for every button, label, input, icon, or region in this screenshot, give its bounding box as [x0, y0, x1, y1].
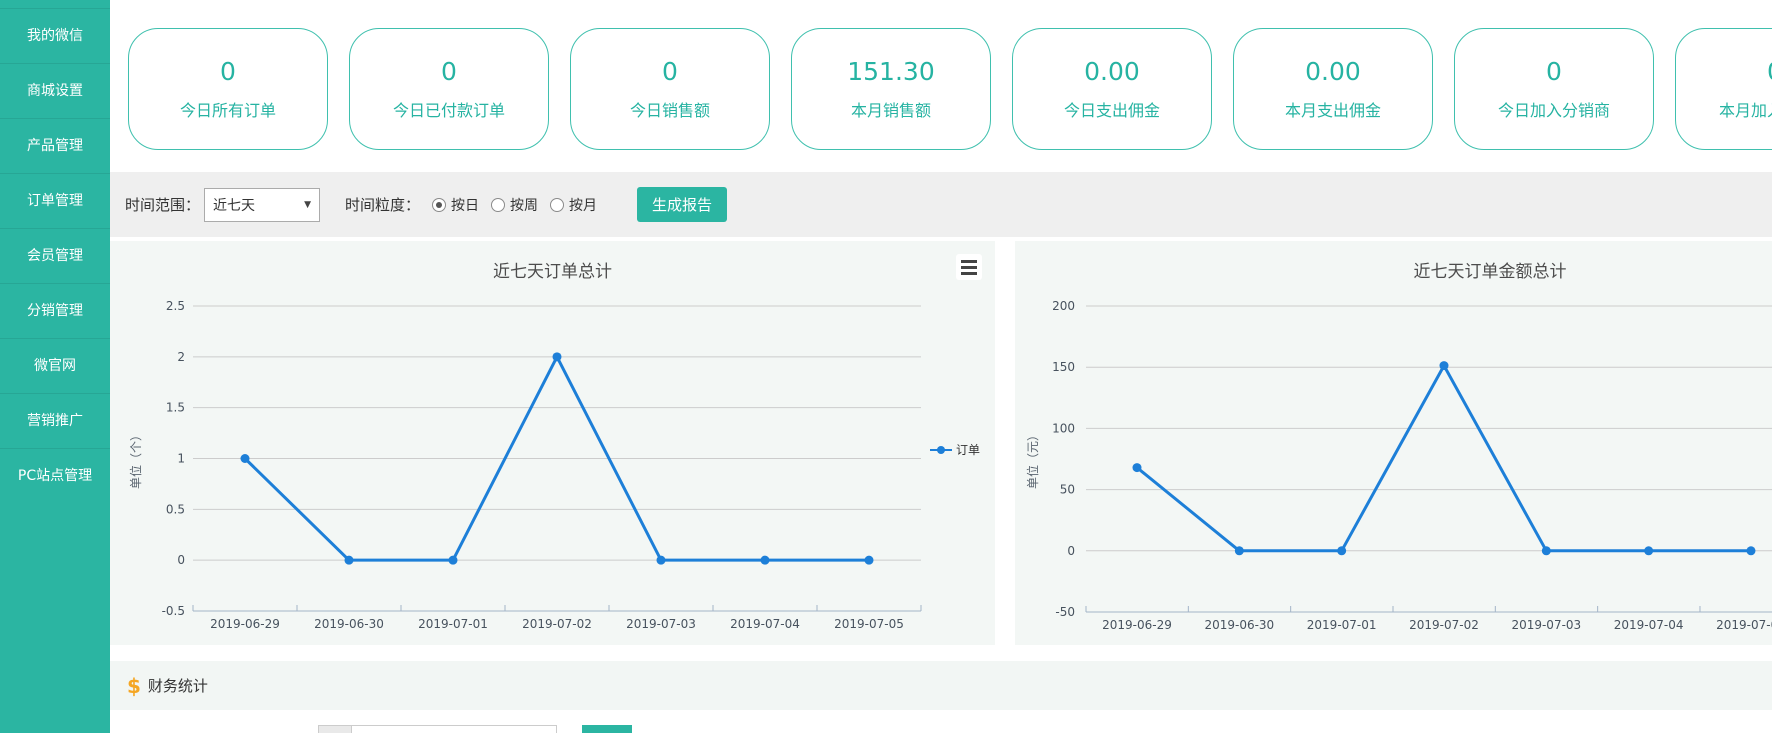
stat-card-2: 0 今日销售额 [570, 28, 770, 150]
stat-value: 0 [441, 57, 457, 86]
svg-text:0: 0 [177, 553, 185, 567]
radio-label: 按月 [569, 195, 597, 215]
stat-card-0: 0 今日所有订单 [128, 28, 328, 150]
stat-card-3: 151.30 本月销售额 [791, 28, 991, 150]
charts-row: 近七天订单总计 2.521.510.50-0.52019-06-292019-0… [110, 241, 1772, 645]
legend-line-marker [930, 445, 952, 455]
svg-text:2.5: 2.5 [166, 299, 185, 313]
sidebar-item-6[interactable]: 微官网 [0, 338, 110, 393]
radio-checked-icon [432, 198, 446, 212]
svg-text:2019-07-01: 2019-07-01 [418, 617, 488, 631]
time-range-label: 时间范围： [125, 194, 200, 215]
stat-card-6: 0 今日加入分销商 [1454, 28, 1654, 150]
svg-text:2019-07-02: 2019-07-02 [522, 617, 592, 631]
svg-text:单位（个）: 单位（个） [128, 429, 143, 489]
stat-card-4: 0.00 今日支出佣金 [1012, 28, 1212, 150]
stat-label: 今日所有订单 [180, 97, 276, 121]
radio-unchecked-icon [491, 198, 505, 212]
stat-card-1: 0 今日已付款订单 [349, 28, 549, 150]
radio-label: 按周 [510, 195, 538, 215]
stat-value: 0.00 [1305, 57, 1361, 86]
order-amount-chart-panel: 近七天订单金额总计 200150100500-502019-06-292019-… [1015, 241, 1772, 645]
finance-submit-button[interactable] [582, 725, 632, 733]
input-addon-box [318, 725, 352, 733]
finance-text-input[interactable] [351, 725, 557, 733]
sidebar: 我的微信商城设置产品管理订单管理会员管理分销管理微官网营销推广PC站点管理 [0, 0, 110, 733]
stat-card-7: 0 本月加入分销商 [1675, 28, 1772, 150]
stat-label: 今日加入分销商 [1498, 97, 1610, 121]
radio-label: 按日 [451, 195, 479, 215]
svg-text:-0.5: -0.5 [162, 604, 185, 618]
svg-text:2019-07-05: 2019-07-05 [1716, 618, 1772, 632]
sidebar-item-0[interactable]: 我的微信 [0, 8, 110, 63]
dollar-icon: $ [127, 674, 141, 698]
stat-label: 本月加入分销商 [1719, 97, 1772, 121]
svg-text:2019-07-01: 2019-07-01 [1307, 618, 1377, 632]
stat-label: 今日销售额 [630, 97, 710, 121]
svg-text:200: 200 [1052, 299, 1075, 313]
svg-text:2019-07-02: 2019-07-02 [1409, 618, 1479, 632]
stat-value: 0 [662, 57, 678, 86]
stat-card-5: 0.00 本月支出佣金 [1233, 28, 1433, 150]
report-filter-bar: 时间范围： 近七天 ▼ 时间粒度： 按日 按周 按月 生成报告 [110, 172, 1772, 237]
svg-text:-50: -50 [1055, 605, 1075, 619]
granularity-radio-2[interactable]: 按月 [550, 195, 597, 215]
time-range-selected-value: 近七天 [213, 195, 255, 215]
chevron-down-icon: ▼ [304, 200, 311, 210]
svg-text:2019-06-30: 2019-06-30 [1204, 618, 1274, 632]
svg-text:2019-06-30: 2019-06-30 [314, 617, 384, 631]
sidebar-item-8[interactable]: PC站点管理 [0, 448, 110, 503]
stat-label: 今日支出佣金 [1064, 97, 1160, 121]
svg-text:2019-07-04: 2019-07-04 [730, 617, 800, 631]
svg-text:2019-07-03: 2019-07-03 [626, 617, 696, 631]
sidebar-menu: 我的微信商城设置产品管理订单管理会员管理分销管理微官网营销推广PC站点管理 [0, 8, 110, 503]
sidebar-item-1[interactable]: 商城设置 [0, 63, 110, 118]
sidebar-item-5[interactable]: 分销管理 [0, 283, 110, 338]
finance-section-title: 财务统计 [148, 675, 208, 696]
svg-text:100: 100 [1052, 421, 1075, 435]
stat-value: 0.00 [1084, 57, 1140, 86]
svg-text:2019-07-05: 2019-07-05 [834, 617, 904, 631]
svg-text:2019-07-04: 2019-07-04 [1614, 618, 1684, 632]
svg-text:1.5: 1.5 [166, 401, 185, 415]
sidebar-item-3[interactable]: 订单管理 [0, 173, 110, 228]
legend-item-orders[interactable]: 订单 [930, 441, 980, 458]
finance-section-header: $ 财务统计 [110, 661, 1772, 710]
svg-text:0: 0 [1067, 544, 1075, 558]
radio-unchecked-icon [550, 198, 564, 212]
orders-chart-panel: 近七天订单总计 2.521.510.50-0.52019-06-292019-0… [110, 241, 995, 645]
sidebar-item-4[interactable]: 会员管理 [0, 228, 110, 283]
stat-value: 0 [220, 57, 236, 86]
sidebar-item-2[interactable]: 产品管理 [0, 118, 110, 173]
stat-label: 本月支出佣金 [1285, 97, 1381, 121]
stat-value: 151.30 [847, 57, 934, 86]
granularity-radio-set: 按日 按周 按月 [420, 195, 597, 215]
granularity-label: 时间粒度： [345, 194, 420, 215]
stat-cards-row: 0 今日所有订单 0 今日已付款订单 0 今日销售额 151.30 本月销售额 0.00 今日支出… [128, 28, 1772, 150]
stat-value: 0 [1546, 57, 1562, 86]
stat-label: 本月销售额 [851, 97, 931, 121]
svg-text:2019-06-29: 2019-06-29 [210, 617, 280, 631]
svg-text:0.5: 0.5 [166, 502, 185, 516]
sidebar-item-7[interactable]: 营销推广 [0, 393, 110, 448]
svg-text:2019-06-29: 2019-06-29 [1102, 618, 1172, 632]
stat-label: 今日已付款订单 [393, 97, 505, 121]
stat-value: 0 [1767, 57, 1772, 86]
time-range-select[interactable]: 近七天 ▼ [204, 188, 320, 222]
svg-text:2019-07-03: 2019-07-03 [1511, 618, 1581, 632]
svg-text:50: 50 [1060, 483, 1075, 497]
svg-text:150: 150 [1052, 360, 1075, 374]
svg-text:2: 2 [177, 350, 185, 364]
granularity-radio-0[interactable]: 按日 [432, 195, 479, 215]
main-content: 0 今日所有订单 0 今日已付款订单 0 今日销售额 151.30 本月销售额 0.00 今日支出… [110, 0, 1772, 733]
generate-report-button[interactable]: 生成报告 [637, 187, 727, 222]
legend-label: 订单 [956, 441, 980, 458]
orders-line-chart: 2.5 2 1.5 1 0.5 0 -0.5 2019-06-29 2019-06-30 2019… [110, 241, 995, 645]
svg-text:单位（元）: 单位（元） [1025, 429, 1040, 489]
granularity-radio-1[interactable]: 按周 [491, 195, 538, 215]
svg-text:1: 1 [177, 452, 185, 466]
order-amount-line-chart: 200 150 100 50 0 -50 2019-06-29 2019-06-30 2019-… [1015, 241, 1772, 645]
